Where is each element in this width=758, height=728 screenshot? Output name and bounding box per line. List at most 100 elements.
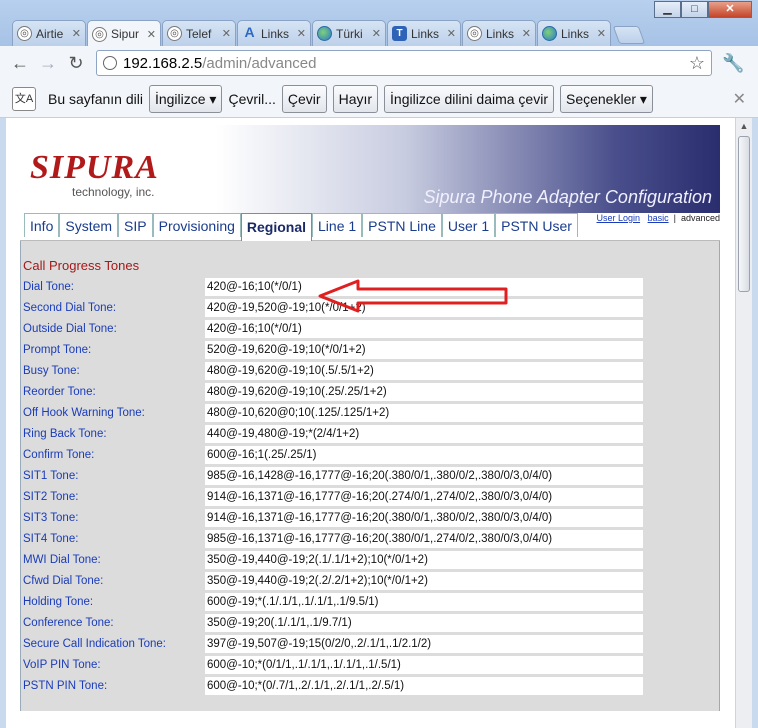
setting-row: SIT4 Tone: 985@-16,1371@-16,1777@-16;20(.… (21, 528, 719, 549)
tab-label: Telef (186, 26, 212, 41)
close-window-button[interactable]: ✕ (708, 1, 752, 18)
scroll-thumb[interactable] (738, 136, 750, 292)
setting-label: VoIP PIN Tone: (23, 658, 101, 671)
setting-value-input[interactable]: 985@-16,1428@-16,1777@-16;20(.380/0/1,.3… (205, 466, 643, 485)
globe-icon (317, 26, 332, 41)
options-button[interactable]: Seçenekler ▾ (559, 84, 653, 113)
browser-tab[interactable]: A Links ✕ (237, 20, 311, 46)
setting-row: Confirm Tone: 600@-16;1(.25/.25/1) (21, 444, 719, 465)
tab-label: Links (261, 26, 290, 41)
browser-tab[interactable]: ◎ Sipur ✕ (87, 20, 161, 47)
mode-links: User Login basic | advanced (597, 213, 720, 223)
back-arrow-icon[interactable]: ← (8, 51, 32, 75)
setting-value-input[interactable]: 914@-16,1371@-16,1777@-16;20(.274/0/1,.2… (205, 487, 643, 506)
setting-value-input[interactable]: 420@-16;10(*/0/1) (205, 319, 643, 338)
vertical-scrollbar[interactable]: ▲ (735, 118, 752, 728)
browser-tab[interactable]: ◎ Links ✕ (462, 20, 536, 46)
window-controls: ▁ □ ✕ (654, 1, 752, 18)
translate-infobar: 文A Bu sayfanın dili İngilizce ▾ Çevril..… (0, 80, 758, 118)
globe-icon: ◎ (167, 26, 182, 41)
setting-row: VoIP PIN Tone: 600@-10;*(0/1/1,.1/.1/1,.1… (21, 654, 719, 675)
minimize-button[interactable]: ▁ (654, 1, 681, 18)
tab-sip[interactable]: SIP (118, 213, 153, 237)
setting-label: Secure Call Indication Tone: (23, 637, 166, 650)
globe-icon (103, 56, 117, 70)
setting-label: Busy Tone: (23, 364, 80, 377)
setting-label: MWI Dial Tone: (23, 553, 101, 566)
tab-label: Airtie (36, 26, 64, 41)
browser-tab[interactable]: ◎ Telef ✕ (162, 20, 236, 46)
close-infobar-icon[interactable]: ✕ (733, 89, 746, 109)
globe-icon: ◎ (92, 26, 107, 42)
maximize-button[interactable]: □ (681, 1, 708, 18)
language-select[interactable]: İngilizce ▾ (148, 84, 223, 113)
setting-row: PSTN PIN Tone: 600@-10;*(0/.7/1,.2/.1/1,.… (21, 675, 719, 696)
setting-label: Outside Dial Tone: (23, 322, 117, 335)
forward-arrow-icon[interactable]: → (36, 51, 60, 75)
setting-value-input[interactable]: 350@-19,440@-19;2(.2/.2/1+2);10(*/0/1+2) (205, 571, 643, 590)
user-login-link[interactable]: User Login (597, 213, 641, 223)
close-tab-icon[interactable]: ✕ (297, 27, 306, 40)
tab-label: Sipur (111, 27, 140, 41)
tab-provisioning[interactable]: Provisioning (152, 213, 241, 237)
spa-config-page: SIPURA technology, inc. Sipura Phone Ada… (20, 125, 720, 711)
browser-tab[interactable]: Links ✕ (537, 20, 611, 46)
close-tab-icon[interactable]: ✕ (522, 27, 531, 40)
tab-regional[interactable]: Regional (240, 213, 313, 241)
setting-value-input[interactable]: 440@-19,480@-19;*(2/4/1+2) (205, 424, 643, 443)
setting-row: Off Hook Warning Tone: 480@-10,620@0;10(.… (21, 402, 719, 423)
setting-value-input[interactable]: 350@-19;20(.1/.1/1,.1/9.7/1) (205, 613, 643, 632)
setting-value-input[interactable]: 985@-16,1371@-16,1777@-16;20(.380/0/1,.2… (205, 529, 643, 548)
no-button[interactable]: Hayır (332, 84, 379, 113)
always-translate-button[interactable]: İngilizce dilini daima çevir (384, 84, 554, 113)
setting-value-input[interactable]: 600@-16;1(.25/.25/1) (205, 445, 643, 464)
setting-value-input[interactable]: 600@-10;*(0/.7/1,.2/.1/1,.2/.1/1,.2/.5/1… (205, 676, 643, 695)
setting-value-input[interactable]: 350@-19,440@-19;2(.1/.1/1+2);10(*/0/1+2) (205, 550, 643, 569)
tab-system[interactable]: System (59, 213, 119, 237)
setting-value-input[interactable]: 600@-19;*(.1/.1/1,.1/.1/1,.1/9.5/1) (205, 592, 643, 611)
setting-value-input[interactable]: 480@-19,620@-19;10(.25/.25/1+2) (205, 382, 643, 401)
scroll-up-icon[interactable]: ▲ (736, 118, 752, 135)
setting-value-input[interactable]: 914@-16,1371@-16,1777@-16;20(.380/0/1,.3… (205, 508, 643, 527)
address-bar[interactable]: 192.168.2.5 /admin/advanced ☆ (96, 50, 712, 76)
tab-label: Links (411, 26, 440, 41)
tab-label: Türki (336, 26, 363, 41)
basic-link[interactable]: basic (648, 213, 669, 223)
tab-label: Links (561, 26, 590, 41)
setting-label: Cfwd Dial Tone: (23, 574, 104, 587)
reload-icon[interactable]: ↻ (64, 51, 88, 75)
setting-value-input[interactable]: 480@-19,620@-19;10(.5/.5/1+2) (205, 361, 643, 380)
tab-line-1[interactable]: Line 1 (312, 213, 363, 237)
tab-user-1[interactable]: User 1 (441, 213, 496, 237)
browser-tab[interactable]: T Links ✕ (387, 20, 461, 46)
logo-subtitle: technology, inc. (72, 185, 155, 199)
tab-pstn-line[interactable]: PSTN Line (362, 213, 442, 237)
translate-prompt: Bu sayfanın dili (48, 90, 143, 107)
mode-separator: | (673, 213, 676, 223)
browser-tab[interactable]: Türki ✕ (312, 20, 386, 46)
setting-value-input[interactable]: 480@-10,620@0;10(.125/.125/1+2) (205, 403, 643, 422)
setting-row: Reorder Tone: 480@-19,620@-19;10(.25/.25/… (21, 381, 719, 402)
close-tab-icon[interactable]: ✕ (597, 27, 606, 40)
advanced-label: advanced (680, 213, 720, 223)
setting-value-input[interactable]: 397@-19,507@-19;15(0/2/0,.2/.1/1,.1/2.1/… (205, 634, 643, 653)
setting-label: Second Dial Tone: (23, 301, 117, 314)
close-tab-icon[interactable]: ✕ (447, 27, 456, 40)
setting-row: Secure Call Indication Tone: 397@-19,507@… (21, 633, 719, 654)
tab-pstn-user[interactable]: PSTN User (495, 213, 578, 237)
close-tab-icon[interactable]: ✕ (147, 28, 156, 41)
sipura-logo: SIPURA (30, 149, 159, 186)
new-tab-button[interactable] (612, 26, 646, 44)
setting-row: Busy Tone: 480@-19,620@-19;10(.5/.5/1+2) (21, 360, 719, 381)
close-tab-icon[interactable]: ✕ (72, 27, 81, 40)
browser-tab[interactable]: ◎ Airtie ✕ (12, 20, 86, 46)
translate-button[interactable]: Çevir (281, 84, 327, 113)
setting-value-input[interactable]: 600@-10;*(0/1/1,.1/.1/1,.1/.1/1,.1/.5/1) (205, 655, 643, 674)
tab-info[interactable]: Info (24, 213, 60, 237)
setting-row: SIT3 Tone: 914@-16,1371@-16,1777@-16;20(.… (21, 507, 719, 528)
close-tab-icon[interactable]: ✕ (222, 27, 231, 40)
bookmark-star-icon[interactable]: ☆ (689, 53, 705, 74)
setting-value-input[interactable]: 520@-19,620@-19;10(*/0/1+2) (205, 340, 643, 359)
wrench-icon[interactable]: 🔧 (722, 53, 744, 74)
close-tab-icon[interactable]: ✕ (372, 27, 381, 40)
